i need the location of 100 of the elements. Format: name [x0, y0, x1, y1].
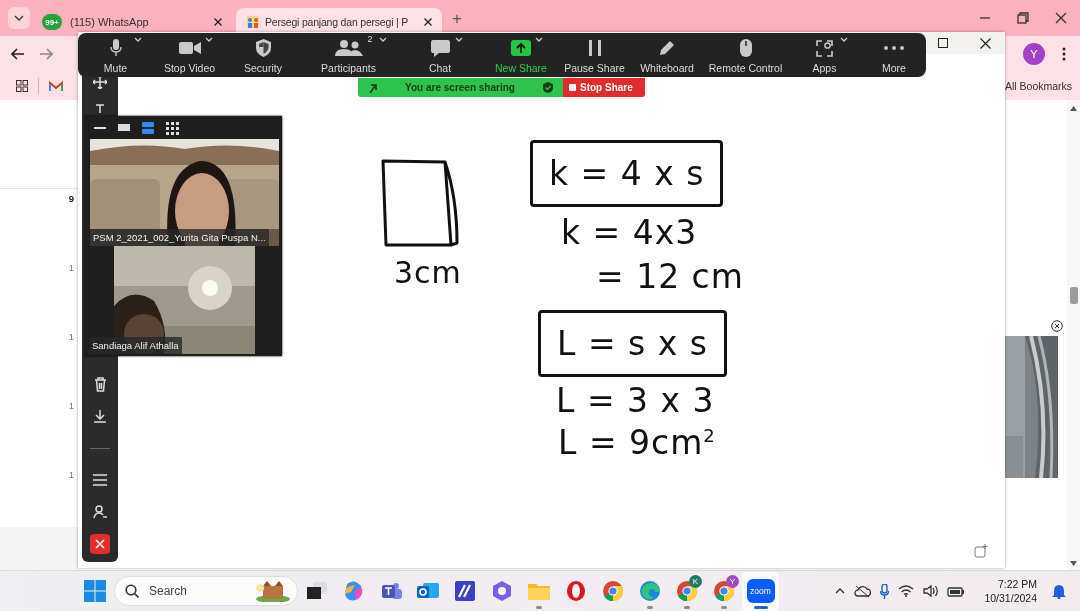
- caret-icon[interactable]: [535, 37, 543, 42]
- participant-name: PSM 2_2021_002_Yurita Gita Puspa N...: [90, 229, 269, 246]
- add-page-icon[interactable]: [974, 544, 988, 558]
- mouse-icon: [739, 39, 752, 57]
- whatsapp-badge: 99+: [42, 14, 62, 30]
- ruler-number: 1: [68, 262, 74, 273]
- active-app-tile[interactable]: zoom: [742, 571, 779, 611]
- toolbar-button[interactable]: Security: [226, 33, 300, 77]
- pencil-icon: [659, 40, 675, 56]
- participant-name: Sandiaga Alif Athalla: [89, 337, 182, 354]
- chevron-down-icon: [14, 15, 24, 21]
- handwritten-formula: k = 4x3: [561, 216, 698, 249]
- more-icon: [884, 46, 904, 50]
- chrome-icon[interactable]: [712, 580, 735, 602]
- close-tab-icon[interactable]: [424, 18, 432, 26]
- boxed-formula: L = s x s: [538, 310, 727, 377]
- toolbar-button[interactable]: Pause Share: [559, 33, 630, 77]
- more-vertical-icon[interactable]: [1062, 47, 1066, 61]
- start-icon[interactable]: [84, 580, 106, 602]
- profile-badge: Y: [726, 574, 739, 588]
- copilot-icon[interactable]: [342, 580, 365, 602]
- cloud-icon[interactable]: [854, 585, 872, 597]
- handwritten-formula: L = 3 x 3: [556, 384, 715, 417]
- toolbar-button[interactable]: New Share: [483, 33, 559, 77]
- trash-icon[interactable]: [93, 376, 107, 392]
- microphone-icon: [109, 39, 122, 57]
- close-circle-icon[interactable]: [1051, 320, 1063, 332]
- toolbar-button[interactable]: Apps: [787, 33, 862, 77]
- stop-share-button[interactable]: Stop Share: [563, 78, 645, 97]
- ruler-number: 1: [68, 469, 74, 480]
- slash-app-icon[interactable]: [454, 581, 475, 601]
- apps-icon: [816, 39, 833, 57]
- caret-icon[interactable]: [204, 37, 213, 42]
- landscape-icon: [255, 580, 291, 602]
- move-icon[interactable]: [93, 75, 107, 89]
- battery-icon[interactable]: [947, 585, 966, 597]
- grid-view-icon[interactable]: [165, 120, 179, 135]
- clock[interactable]: 7:22 PM 10/31/2024: [984, 577, 1037, 605]
- ruler-number: 1: [68, 400, 74, 411]
- sharing-status: You are screen sharing: [405, 82, 515, 93]
- chevron-up-icon[interactable]: [835, 588, 846, 594]
- wifi-icon[interactable]: [898, 585, 915, 597]
- text-tool-icon[interactable]: [95, 103, 105, 113]
- video-camera-icon: [178, 41, 201, 55]
- handwritten-formula: L = 9cm$^{2}$: [558, 426, 716, 459]
- profile-avatar[interactable]: Y: [1023, 43, 1045, 65]
- maximize-icon[interactable]: [938, 38, 948, 48]
- search-icon: [125, 584, 139, 598]
- bell-icon[interactable]: [1052, 583, 1066, 599]
- stacked-view-icon[interactable]: [141, 120, 155, 135]
- handwritten-label: 3cm: [394, 258, 462, 288]
- apps-grid-icon[interactable]: [16, 80, 28, 92]
- teams-icon[interactable]: [379, 581, 402, 601]
- search-input[interactable]: Search: [147, 583, 247, 599]
- new-tab-button[interactable]: +: [452, 9, 462, 29]
- task-view-icon[interactable]: [306, 582, 327, 600]
- scroll-down-icon[interactable]: [1070, 561, 1077, 566]
- toolbar-button[interactable]: Chat: [397, 33, 483, 77]
- ruler-number: 9: [68, 193, 74, 204]
- arrow-icon: [368, 82, 377, 93]
- toolbar-button[interactable]: Mute: [78, 33, 153, 77]
- scrollbar-thumb[interactable]: [1069, 287, 1078, 304]
- chrome-icon[interactable]: [601, 580, 624, 602]
- caret-icon[interactable]: [133, 37, 142, 42]
- close-whiteboard-icon[interactable]: [90, 534, 110, 554]
- pause-icon: [588, 40, 601, 56]
- edge-icon[interactable]: [638, 580, 661, 602]
- hexagon-app-icon[interactable]: [491, 581, 512, 601]
- shield-icon: [255, 39, 271, 57]
- back-icon[interactable]: [11, 48, 25, 60]
- video-app-icon[interactable]: zoom: [746, 579, 775, 603]
- close-icon[interactable]: [980, 37, 991, 49]
- toolbar-button[interactable]: Whiteboard: [630, 33, 704, 77]
- person-settings-icon[interactable]: [93, 505, 107, 519]
- caret-icon[interactable]: [454, 37, 463, 42]
- toolbar-button[interactable]: More: [862, 33, 926, 77]
- forward-icon[interactable]: [39, 48, 53, 60]
- opera-icon[interactable]: [565, 581, 586, 601]
- toolbar-button[interactable]: Remote Control: [704, 33, 787, 77]
- menu-icon[interactable]: [93, 474, 107, 486]
- mail-app-icon[interactable]: [416, 581, 439, 601]
- all-bookmarks-link[interactable]: All Bookmarks: [1005, 80, 1080, 92]
- boxed-formula: k = 4 x s: [530, 140, 724, 207]
- caret-icon[interactable]: [840, 37, 848, 42]
- toolbar-button[interactable]: 2 Participants: [300, 33, 397, 77]
- chrome-icon[interactable]: [675, 580, 698, 602]
- toolbar-button[interactable]: Stop Video: [153, 33, 226, 77]
- close-icon[interactable]: [1055, 12, 1067, 24]
- participant-count: 2: [367, 34, 373, 44]
- speaker-icon[interactable]: [923, 585, 939, 597]
- microphone-icon[interactable]: [880, 583, 890, 599]
- caret-icon[interactable]: [378, 37, 387, 42]
- scroll-up-icon[interactable]: [1070, 106, 1077, 111]
- restore-icon[interactable]: [1017, 12, 1029, 24]
- search-bar[interactable]: Search: [114, 576, 298, 606]
- mail-icon[interactable]: [49, 80, 63, 92]
- browser-tab[interactable]: 99+ (115) WhatsApp: [32, 8, 232, 36]
- close-tab-icon[interactable]: [214, 18, 222, 26]
- profile-badge: K: [689, 574, 702, 588]
- download-icon[interactable]: [93, 409, 107, 423]
